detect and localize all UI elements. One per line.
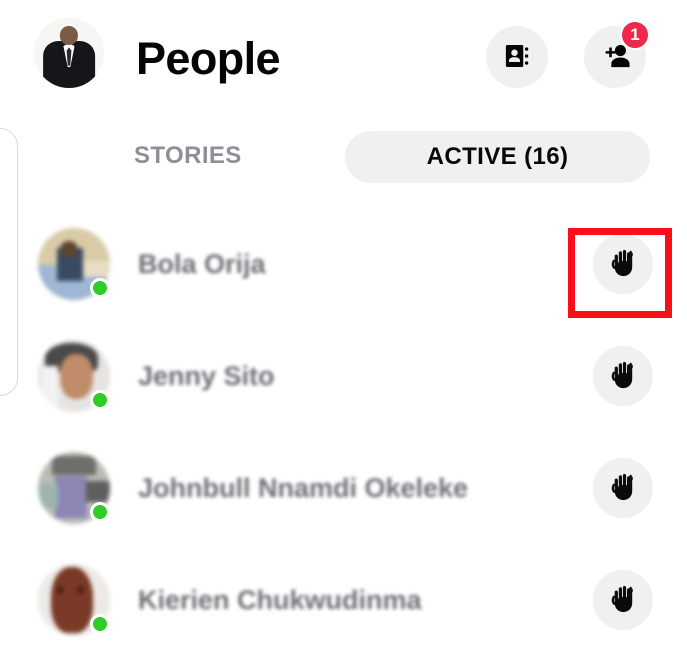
photo-layer-face (59, 354, 93, 400)
list-item[interactable]: Kierien Chukwudinma (0, 544, 687, 656)
tab-bar: STORIES ACTIVE (16) (0, 126, 687, 196)
photo-layer-face (50, 566, 93, 634)
avatar[interactable] (38, 228, 110, 300)
header: People 1 (0, 0, 687, 118)
status-badge (90, 502, 110, 522)
wave-button[interactable] (593, 346, 653, 406)
wave-button[interactable] (593, 234, 653, 294)
add-person-badge: 1 (620, 20, 650, 50)
photo-layer-left (42, 365, 59, 412)
avatar[interactable] (38, 564, 110, 636)
photo-layer-left (39, 483, 59, 509)
list-item[interactable]: Bola Orija (0, 208, 687, 320)
contacts-book-icon (502, 41, 532, 74)
photo-layer-eye-left (56, 585, 64, 595)
avatar[interactable] (34, 18, 104, 88)
wave-hand-icon (607, 583, 639, 618)
status-badge (90, 390, 110, 410)
list-item[interactable]: Jenny Sito (0, 320, 687, 432)
wave-button[interactable] (593, 458, 653, 518)
add-person-button[interactable]: 1 (584, 20, 650, 88)
wave-hand-icon (607, 247, 639, 282)
tab-stories[interactable]: STORIES (134, 142, 242, 170)
photo-layer-top (52, 456, 96, 476)
tab-active[interactable]: ACTIVE (16) (345, 131, 650, 183)
person-name: Jenny Sito (138, 360, 275, 391)
status-badge (90, 614, 110, 634)
people-list: Bola Orija Jenny Sito Johnbull Nnamdi Ok… (0, 208, 687, 656)
photo-layer-subject (55, 476, 87, 519)
person-name: Johnbull Nnamdi Okeleke (138, 472, 469, 503)
person-name: Kierien Chukwudinma (138, 584, 422, 615)
wave-hand-icon (607, 359, 639, 394)
wave-hand-icon (607, 471, 639, 506)
page-title: People (136, 33, 281, 84)
wave-button[interactable] (593, 570, 653, 630)
photo-layer-right (85, 480, 110, 503)
list-item[interactable]: Johnbull Nnamdi Okeleke (0, 432, 687, 544)
photo-layer-right (82, 261, 110, 277)
avatar[interactable] (38, 452, 110, 524)
people-screen: People 1 STORIES ACTIVE (16) Bola Orija … (0, 0, 687, 658)
status-badge (90, 278, 110, 298)
contacts-button[interactable] (486, 26, 548, 88)
person-name: Bola Orija (138, 248, 266, 279)
avatar[interactable] (38, 340, 110, 412)
